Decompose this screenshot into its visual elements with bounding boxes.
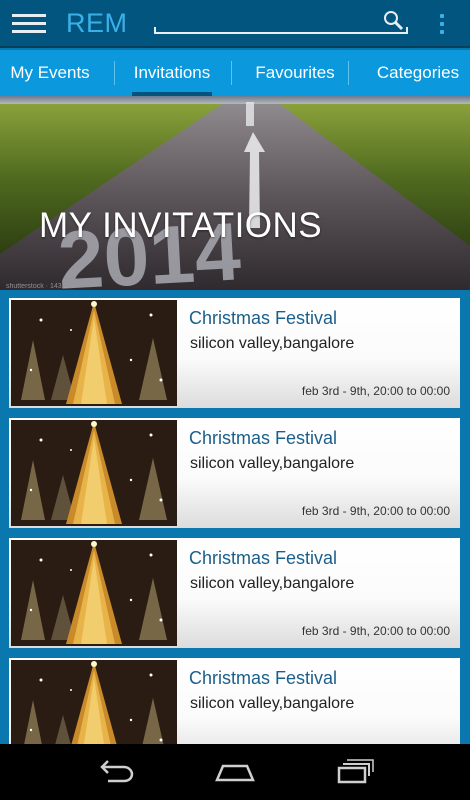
svg-text:shutterstock · 143...: shutterstock · 143... [6, 283, 68, 290]
event-image [11, 420, 177, 526]
event-location: silicon valley,bangalore [190, 575, 355, 592]
tab-invitations[interactable]: Invitations [116, 50, 228, 96]
tab-categories[interactable]: Categories [364, 50, 470, 96]
system-nav-bar [0, 744, 470, 800]
overflow-menu-icon[interactable] [437, 12, 447, 36]
search-bar [154, 10, 408, 34]
tab-bar: My Events Invitations Favourites Categor… [0, 50, 470, 96]
event-card[interactable]: Christmas Festival silicon valley,bangal… [9, 538, 460, 648]
event-title: Christmas Festival [189, 548, 338, 568]
tab-favourites[interactable]: Favourites [232, 50, 358, 96]
event-image [11, 660, 177, 744]
event-card[interactable]: Christmas Festival silicon valley,bangal… [9, 418, 460, 528]
banner-title: MY INVITATIONS [39, 206, 323, 245]
event-image [11, 540, 177, 646]
event-image [11, 300, 177, 406]
recent-apps-icon[interactable] [333, 756, 377, 786]
invitation-list[interactable]: Christmas Festival silicon valley,bangal… [0, 290, 470, 744]
search-icon[interactable] [382, 10, 404, 32]
event-card[interactable]: Christmas Festival silicon valley,bangal… [9, 658, 460, 744]
tab-my-events[interactable]: My Events [0, 50, 100, 96]
event-time: feb 3rd - 9th, 20:00 to 00:00 [301, 384, 450, 398]
app-bar: REM [0, 0, 470, 48]
hamburger-icon[interactable] [12, 14, 46, 34]
event-title: Christmas Festival [189, 428, 338, 448]
app-title: REM [66, 8, 128, 38]
event-time: feb 3rd - 9th, 20:00 to 00:00 [301, 504, 450, 518]
event-title: Christmas Festival [189, 308, 338, 328]
event-card[interactable]: Christmas Festival silicon valley,bangal… [9, 298, 460, 408]
search-input[interactable] [154, 10, 380, 32]
event-location: silicon valley,bangalore [190, 695, 355, 712]
search-underline [154, 27, 408, 34]
road-banner-image: 2014 shutterstock · 143... [0, 96, 470, 290]
banner: 2014 shutterstock · 143... MY INVITATION… [0, 96, 470, 290]
back-icon[interactable] [94, 756, 138, 786]
home-icon[interactable] [213, 756, 257, 786]
tab-divider [348, 61, 349, 85]
event-title: Christmas Festival [189, 668, 338, 688]
tab-divider [114, 61, 115, 85]
event-time: feb 3rd - 9th, 20:00 to 00:00 [301, 624, 450, 638]
event-location: silicon valley,bangalore [190, 335, 355, 352]
event-location: silicon valley,bangalore [190, 455, 355, 472]
